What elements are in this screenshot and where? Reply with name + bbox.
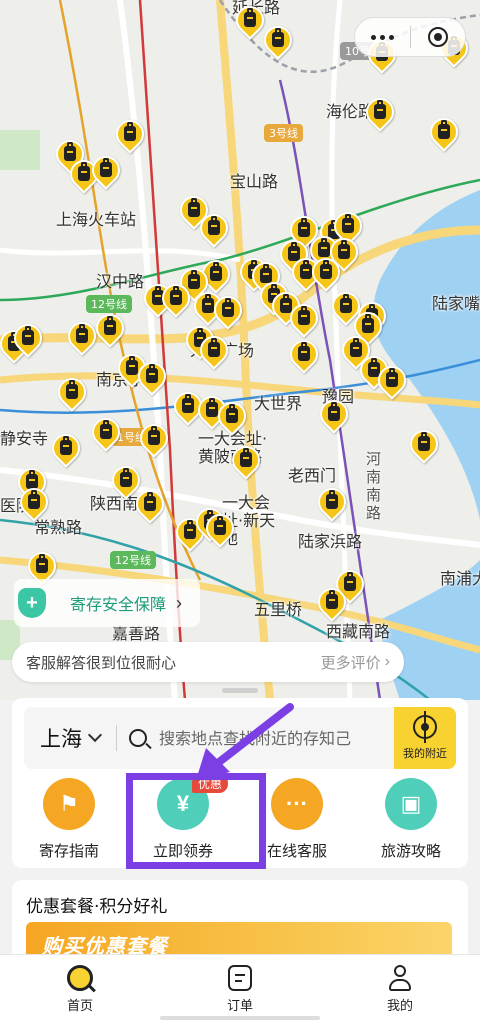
security-banner-label: 寄存安全保障 xyxy=(70,595,167,614)
luggage-storage-pin-icon[interactable] xyxy=(156,278,196,320)
luggage-storage-pin-icon[interactable] xyxy=(194,330,234,372)
map-label: 五里桥 xyxy=(254,600,303,619)
quick-action-guide[interactable]: ⚑ 寄存指南 xyxy=(12,778,126,861)
quick-action-travel[interactable]: ▣ 旅游攻略 xyxy=(354,778,468,861)
home-indicator xyxy=(160,1016,320,1020)
map-label: 上海火车站 xyxy=(56,210,137,229)
metro-line-badge: 12号线 xyxy=(110,551,156,569)
map-label: 陆家嘴 xyxy=(432,294,480,313)
chat-bubble-icon: ··· xyxy=(271,778,323,830)
luggage-storage-pin-icon[interactable] xyxy=(306,252,346,294)
city-name: 上海 xyxy=(40,727,82,751)
luggage-storage-pin-icon[interactable] xyxy=(212,396,252,438)
travel-book-icon: ▣ xyxy=(385,778,437,830)
metro-line-badge: 12号线 xyxy=(86,295,132,313)
map-label: 南浦大 xyxy=(440,569,480,588)
luggage-storage-pin-icon[interactable] xyxy=(208,290,248,332)
map-label: 老西门 xyxy=(288,466,337,485)
luggage-storage-pin-icon[interactable] xyxy=(134,418,174,460)
luggage-storage-pin-icon[interactable] xyxy=(132,356,172,398)
luggage-storage-pin-icon[interactable] xyxy=(110,114,150,156)
luggage-storage-pin-icon[interactable] xyxy=(424,112,464,154)
miniprogram-capsule[interactable] xyxy=(354,17,466,57)
map-road-label: 河南南路 xyxy=(366,450,382,522)
luggage-storage-pin-icon[interactable] xyxy=(86,412,126,454)
quick-action-label: 旅游攻略 xyxy=(380,842,441,860)
luggage-storage-pin-icon[interactable] xyxy=(46,428,86,470)
chevron-down-icon xyxy=(87,727,103,743)
map-label: 静安寺 xyxy=(0,429,49,448)
map-label: 陆家浜路 xyxy=(298,532,363,551)
chevron-right-icon: › xyxy=(384,653,390,670)
luggage-storage-pin-icon[interactable] xyxy=(200,508,240,550)
tab-label: 我的 xyxy=(386,999,413,1014)
luggage-storage-pin-icon[interactable] xyxy=(62,316,102,358)
luggage-storage-pin-icon[interactable] xyxy=(284,298,324,340)
luggage-storage-pin-icon[interactable] xyxy=(314,394,354,436)
search-icon xyxy=(129,729,147,747)
luggage-storage-pin-icon[interactable] xyxy=(90,308,130,350)
guide-signpost-icon: ⚑ xyxy=(43,778,95,830)
luggage-storage-pin-icon[interactable] xyxy=(312,582,352,624)
luggage-storage-pin-icon[interactable] xyxy=(312,482,352,524)
luggage-storage-pin-icon[interactable] xyxy=(372,360,412,402)
tab-label: 首页 xyxy=(66,999,93,1014)
close-miniprogram-icon[interactable] xyxy=(410,27,465,47)
tab-home[interactable]: 首页 xyxy=(0,955,160,1022)
luggage-storage-pin-icon[interactable] xyxy=(8,318,48,360)
nearby-button[interactable]: 我的附近 xyxy=(394,707,456,769)
luggage-storage-pin-icon[interactable] xyxy=(86,150,126,192)
order-list-icon xyxy=(228,965,252,991)
quick-action-label: 寄存指南 xyxy=(38,842,99,860)
luggage-storage-pin-icon[interactable] xyxy=(284,334,324,376)
luggage-storage-pin-icon[interactable] xyxy=(404,424,444,466)
luggage-storage-pin-icon[interactable] xyxy=(14,482,54,524)
nearby-label: 我的附近 xyxy=(403,747,447,760)
search-input[interactable] xyxy=(159,728,379,748)
chevron-right-icon: › xyxy=(176,592,183,613)
review-message: 客服解答很到位很耐心 xyxy=(26,653,177,672)
map-label: 汉中路 xyxy=(96,272,145,291)
luggage-storage-pin-icon[interactable] xyxy=(194,208,234,250)
more-reviews-link[interactable]: 更多评价 xyxy=(321,652,381,673)
map-label: 大世界 xyxy=(254,394,303,413)
shield-plus-icon: + xyxy=(18,588,46,618)
luggage-storage-pin-icon[interactable] xyxy=(258,20,298,62)
security-guarantee-banner[interactable]: + 寄存安全保障 › xyxy=(14,579,200,627)
tab-profile[interactable]: 我的 xyxy=(320,955,480,1022)
luggage-storage-pin-icon[interactable] xyxy=(360,92,400,134)
review-bubble[interactable]: 客服解答很到位很耐心 更多评价 › xyxy=(12,642,404,682)
luggage-storage-pin-icon[interactable] xyxy=(230,0,270,42)
drag-handle[interactable] xyxy=(222,688,258,693)
profile-icon xyxy=(387,965,413,991)
search-bar: 上海 我的附近 xyxy=(24,707,456,769)
luggage-storage-pin-icon[interactable] xyxy=(226,440,266,482)
luggage-storage-pin-icon[interactable] xyxy=(52,372,92,414)
bottom-tab-bar: 首页 订单 我的 xyxy=(0,954,480,1022)
location-target-icon xyxy=(413,711,437,743)
annotation-highlight-box xyxy=(126,773,266,869)
tab-label: 订单 xyxy=(226,999,253,1014)
map-view[interactable]: 延长路 海伦路 宝山路 上海火车站 汉中路 陆家嘴 南京东路 人民广场 大世界 … xyxy=(0,0,480,700)
metro-line-badge: 3号线 xyxy=(264,124,303,142)
tab-orders[interactable]: 订单 xyxy=(160,955,320,1022)
more-menu-icon[interactable] xyxy=(355,34,410,40)
luggage-storage-pin-icon[interactable] xyxy=(130,484,170,526)
promo-title: 优惠套餐·积分好礼 xyxy=(26,897,168,917)
map-label: 宝山路 xyxy=(230,172,279,191)
city-selector[interactable]: 上海 xyxy=(24,723,116,753)
home-search-icon xyxy=(67,965,93,991)
